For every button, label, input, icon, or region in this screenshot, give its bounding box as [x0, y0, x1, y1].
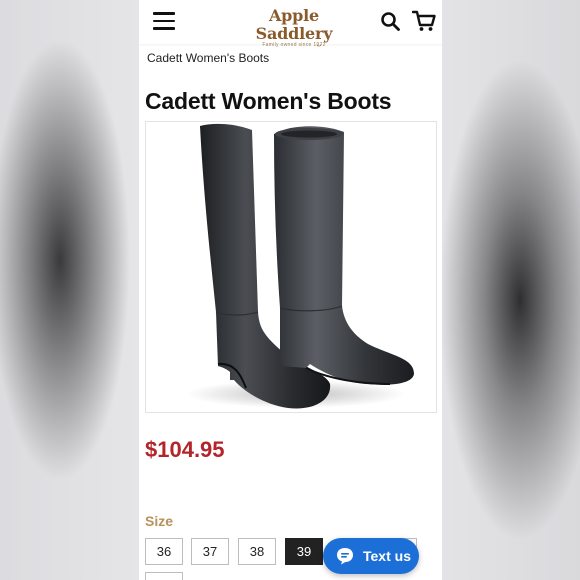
size-option-37[interactable]: 37 — [191, 538, 229, 565]
hamburger-menu-icon[interactable] — [153, 12, 175, 30]
cart-icon[interactable] — [412, 10, 436, 32]
size-label: Size — [145, 513, 174, 529]
size-option-36[interactable]: 36 — [145, 538, 183, 565]
breadcrumb-current: Cadett Women's Boots — [147, 51, 270, 65]
size-option-38[interactable]: 38 — [238, 538, 276, 565]
top-navigation-bar: Apple Saddlery Family owned since 1972 — [139, 0, 442, 48]
brand-logo[interactable]: Apple Saddlery Family owned since 1972 — [239, 6, 349, 49]
size-option-39-selected[interactable]: 39 — [285, 538, 323, 565]
product-price: $104.95 — [145, 437, 225, 462]
product-title: Cadett Women's Boots — [145, 88, 392, 114]
text-us-chat-button[interactable]: Text us — [323, 538, 419, 574]
chat-bubble-icon — [337, 548, 353, 565]
text-us-label: Text us — [363, 548, 411, 564]
riding-boots-illustration — [186, 123, 414, 409]
product-page: Apple Saddlery Family owned since 1972 H… — [139, 0, 442, 580]
brand-name: Apple Saddlery — [255, 6, 333, 43]
size-option-next-row[interactable] — [145, 572, 183, 580]
product-image[interactable] — [145, 121, 437, 413]
search-icon[interactable] — [380, 11, 400, 31]
